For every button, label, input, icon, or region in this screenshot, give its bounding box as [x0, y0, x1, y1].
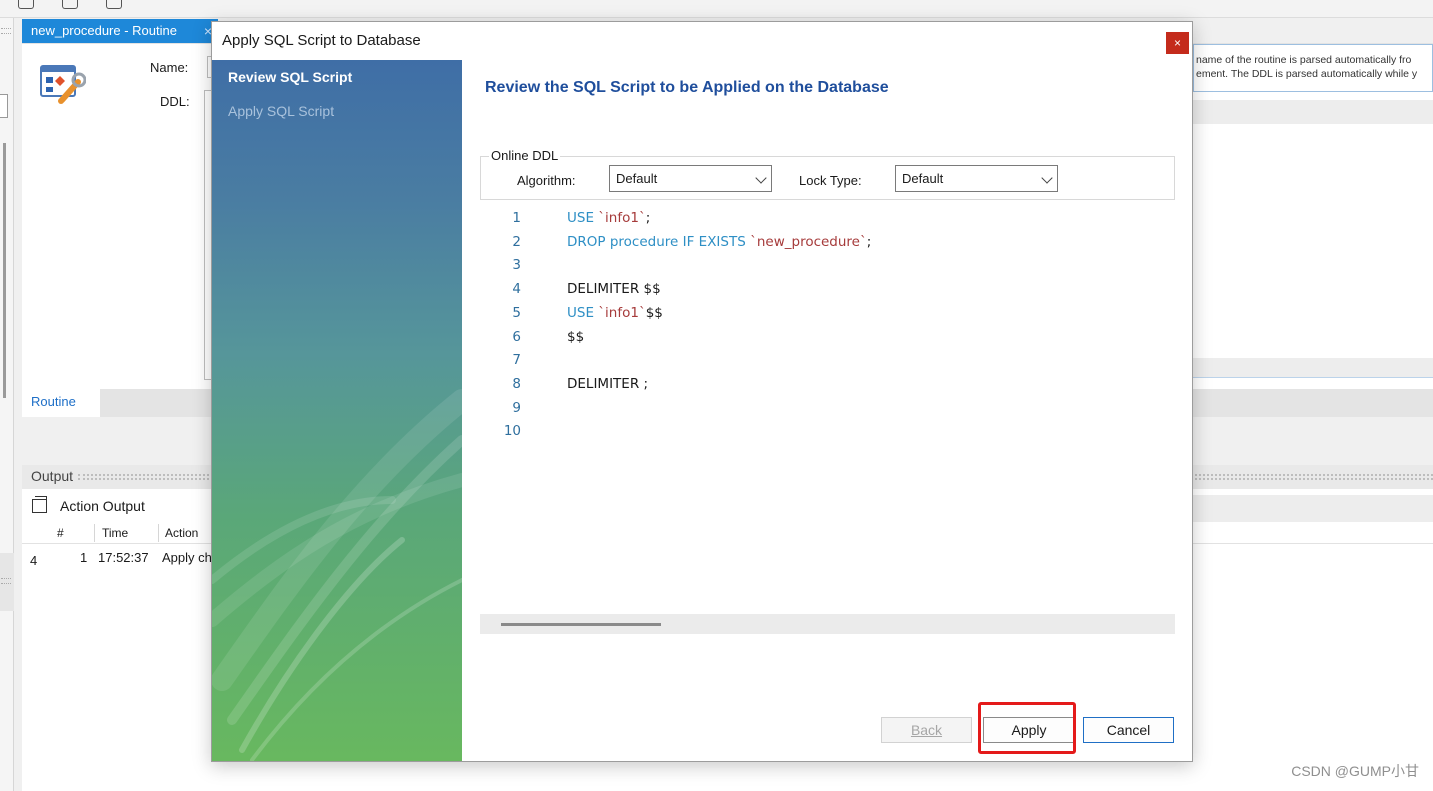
toolbar-icon[interactable]: [62, 0, 78, 9]
line-number: 3: [512, 257, 521, 274]
line-number: 6: [512, 328, 521, 345]
sql-text: DELIMITER $$: [567, 281, 661, 298]
row-action: Apply ch: [162, 550, 212, 565]
line-number: 5: [512, 304, 521, 321]
editor-toolbar-area: [1193, 100, 1433, 124]
code-text: DROP procedure IF EXISTS `new_procedure`…: [567, 234, 871, 250]
line-number: 1: [512, 210, 521, 226]
sql-script-editor[interactable]: 1 USE `info1`; 2 DROP procedure IF EXISTS `…: [480, 208, 1175, 612]
sql-identifier: `info1`: [598, 304, 646, 321]
tab-routine[interactable]: Routine: [22, 389, 100, 417]
code-line[interactable]: 4 DELIMITER $$: [480, 279, 1175, 301]
online-ddl-legend: Online DDL: [489, 148, 561, 163]
lock-type-value: Default: [902, 171, 944, 186]
toolbar-strip: [0, 0, 1433, 18]
back-button-label: Back: [910, 722, 943, 738]
step-review-sql-script: Review SQL Script: [228, 69, 353, 85]
code-text: USE `info1`$$: [567, 305, 663, 321]
help-text: name of the routine is parsed automatica…: [1193, 44, 1433, 92]
toolbar-icon[interactable]: [18, 0, 34, 9]
output-title: Output: [31, 468, 74, 484]
row-status-marker: 4: [30, 553, 38, 568]
line-number: 9: [512, 399, 521, 416]
dialog-title: Apply SQL Script to Database: [222, 32, 421, 49]
cancel-button[interactable]: Cancel: [1083, 717, 1174, 743]
row-index: 1: [80, 550, 88, 565]
help-text-line: name of the routine is parsed automatica…: [1196, 54, 1412, 66]
lock-type-select[interactable]: Default: [895, 165, 1058, 192]
code-line[interactable]: 10: [480, 421, 1175, 443]
action-output-label: Action Output: [60, 498, 145, 514]
algorithm-value: Default: [616, 171, 658, 186]
apply-button[interactable]: Apply: [983, 717, 1075, 743]
algorithm-select[interactable]: Default: [609, 165, 772, 192]
decorative-swoosh: [212, 389, 462, 761]
back-button[interactable]: Back: [881, 717, 972, 743]
chevron-down-icon: [755, 172, 767, 184]
left-sidebar-rail: [0, 18, 14, 791]
sql-keyword: DROP procedure IF EXISTS: [567, 233, 751, 250]
column-separator[interactable]: [94, 524, 95, 542]
line-number: 2: [512, 233, 521, 250]
scrollbar-thumb[interactable]: [501, 623, 661, 626]
online-ddl-group: Online DDL Algorithm: Default Lock Type:…: [480, 148, 1175, 200]
column-separator[interactable]: [158, 524, 159, 542]
wizard-steps-sidebar: Review SQL Script Apply SQL Script: [212, 60, 462, 761]
sql-identifier: `new_procedure`: [750, 233, 867, 250]
rail-input-stub[interactable]: [0, 94, 8, 118]
code-line[interactable]: 7: [480, 350, 1175, 372]
line-number: 7: [512, 352, 521, 369]
horizontal-scrollbar[interactable]: [480, 614, 1175, 634]
ddl-label: DDL:: [160, 94, 190, 109]
sql-identifier: `info1`: [598, 210, 646, 226]
code-line[interactable]: 2 DROP procedure IF EXISTS `new_procedure…: [480, 232, 1175, 254]
step-apply-sql-script: Apply SQL Script: [228, 103, 335, 119]
row-time: 17:52:37: [98, 550, 149, 565]
panel-grip[interactable]: [1, 578, 11, 584]
vertical-scrollbar[interactable]: [3, 143, 6, 398]
sql-text: DELIMITER ;: [567, 375, 649, 392]
code-line[interactable]: 5 USE `info1`$$: [480, 303, 1175, 325]
editor-tab-title: new_procedure - Routine: [31, 23, 177, 38]
action-output-selector[interactable]: Action Output: [32, 496, 145, 514]
line-number: 10: [503, 423, 521, 440]
code-line[interactable]: 3: [480, 255, 1175, 277]
output-toolbar-area: [1193, 495, 1433, 522]
sql-keyword: USE: [567, 210, 599, 226]
copy-icon[interactable]: [32, 496, 47, 513]
line-number: 4: [512, 281, 521, 298]
code-text: $$: [567, 329, 584, 345]
apply-sql-script-dialog: Apply SQL Script to Database × Review SQ…: [211, 21, 1193, 762]
panel-grip[interactable]: [1, 28, 11, 34]
lock-type-label: Lock Type:: [799, 173, 862, 188]
column-header[interactable]: Time: [102, 526, 128, 540]
editor-scrollbar-area[interactable]: [1193, 358, 1433, 378]
sql-keyword: USE: [567, 304, 599, 321]
algorithm-label: Algorithm:: [517, 173, 576, 188]
chevron-down-icon: [1041, 172, 1053, 184]
routine-editor-tab[interactable]: new_procedure - Routine ×: [22, 19, 218, 43]
sql-text: $$: [567, 328, 585, 345]
page-title: Review the SQL Script to be Applied on t…: [485, 79, 889, 96]
column-header[interactable]: Action: [165, 526, 198, 540]
watermark: CSDN @GUMP小甘: [1291, 763, 1419, 779]
code-line[interactable]: 1 USE `info1`;: [480, 208, 1175, 230]
code-text: DELIMITER ;: [567, 376, 648, 392]
code-line[interactable]: 6 $$: [480, 327, 1175, 349]
sql-text: ;: [645, 210, 651, 226]
sql-text: $$: [645, 304, 663, 321]
close-icon[interactable]: ×: [1166, 32, 1189, 54]
code-text: USE `info1`;: [567, 210, 650, 226]
code-text: DELIMITER $$: [567, 281, 661, 297]
toolbar-icon[interactable]: [106, 0, 122, 9]
help-text-line: ement. The DDL is parsed automatically w…: [1196, 68, 1418, 80]
code-line[interactable]: 8 DELIMITER ;: [480, 374, 1175, 396]
dialog-titlebar[interactable]: Apply SQL Script to Database ×: [212, 22, 1192, 60]
column-header[interactable]: #: [57, 526, 64, 540]
code-line[interactable]: 9: [480, 398, 1175, 420]
name-label: Name:: [150, 60, 189, 75]
line-number: 8: [512, 375, 521, 392]
routine-icon: [40, 65, 86, 104]
sql-text: ;: [866, 233, 872, 250]
